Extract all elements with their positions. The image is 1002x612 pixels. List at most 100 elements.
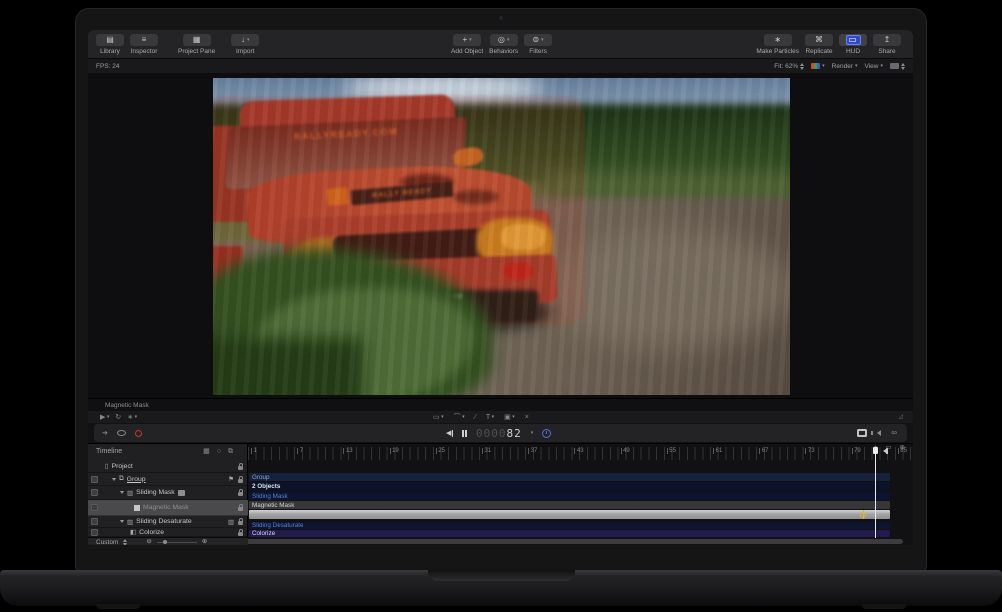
- layer-row-sliding-mask[interactable]: ▥Sliding Mask: [88, 486, 248, 500]
- activation-checkbox[interactable]: [91, 518, 98, 525]
- go-to-start-button[interactable]: ◀: [446, 430, 453, 437]
- chevron-down-icon: ▾: [541, 38, 544, 43]
- viewer-canvas[interactable]: RALLYREADY.COM RALLY READY: [88, 73, 913, 398]
- playhead[interactable]: [875, 447, 876, 538]
- chevron-down-icon: ▾: [822, 63, 825, 69]
- zoom-slider[interactable]: [157, 542, 197, 543]
- background-control[interactable]: [890, 63, 905, 70]
- sliding-mask-bar[interactable]: Sliding Mask: [249, 492, 890, 500]
- track-bar-label: Colorize: [252, 530, 275, 537]
- tools-row: ▶▾ ↻ ∗▾ ▭▾ ⌒▾ ∕ T▾ ▣▾ × ◿: [88, 411, 913, 423]
- share-button[interactable]: ↥Share: [873, 34, 901, 55]
- playhead-handle[interactable]: [873, 447, 878, 454]
- loop-range-icon[interactable]: [117, 430, 126, 436]
- record-group: ➔: [102, 430, 142, 437]
- bezier-tool-button[interactable]: ⌒▾: [454, 414, 465, 421]
- colorize-bar[interactable]: Colorize: [249, 530, 890, 537]
- play-pause-button[interactable]: [462, 430, 467, 437]
- filters-button[interactable]: ⊜▾Filters: [524, 34, 552, 55]
- record-button[interactable]: [135, 430, 142, 437]
- rect-tool-icon: ▭: [433, 414, 440, 421]
- chevron-down-icon: ▾: [855, 63, 858, 69]
- lock-icon[interactable]: [238, 492, 243, 496]
- activation-checkbox[interactable]: [91, 504, 98, 511]
- behavior-pointer-icon[interactable]: ➔: [102, 430, 108, 437]
- layers-icon[interactable]: ⧉: [228, 448, 233, 455]
- duration-clock-icon[interactable]: [542, 429, 551, 438]
- disclosure-triangle-icon[interactable]: [120, 491, 124, 494]
- cut-tool-button[interactable]: ×: [525, 414, 529, 421]
- timecode-dropdown-icon[interactable]: ▾: [531, 430, 534, 436]
- inspector-button[interactable]: ≡Inspector: [130, 34, 158, 55]
- group-bar[interactable]: Group: [249, 473, 890, 481]
- toolbar-right-group: ∗Make Particles ⌘Replicate HUD ↥Share: [756, 30, 907, 55]
- magnifier-icon[interactable]: ⊕: [900, 445, 905, 452]
- behaviors-icon: ◎: [498, 36, 505, 44]
- objects-bar[interactable]: 2 Objects: [249, 482, 890, 491]
- layer-row-project[interactable]: ▯Project: [88, 460, 248, 473]
- add-object-button[interactable]: +▾Add Object: [451, 34, 483, 55]
- chevron-down-icon: ▾: [469, 38, 472, 43]
- magnetic-mask-selected-bar[interactable]: [249, 510, 890, 519]
- text-tool-button[interactable]: T▾: [486, 414, 494, 421]
- ruler-label: 37: [528, 448, 537, 454]
- activation-checkbox[interactable]: [91, 489, 98, 496]
- keyframe-marker[interactable]: [860, 512, 866, 518]
- timeline-track-area[interactable]: + ▭ ⊕ 1713192531374349556167737985 Group…: [248, 444, 913, 545]
- timeline-scrollbar[interactable]: [248, 539, 903, 544]
- lock-icon[interactable]: [238, 479, 243, 483]
- zoom-in-icon[interactable]: ⊕: [202, 539, 207, 545]
- timeline-toggle-button[interactable]: [857, 429, 867, 437]
- lock-icon[interactable]: [238, 521, 243, 525]
- zoom-out-icon[interactable]: ⊖: [146, 539, 151, 545]
- resize-handle[interactable]: ◿: [898, 414, 903, 420]
- loop-button[interactable]: ↻: [115, 414, 121, 421]
- mask-tool-button[interactable]: ▣▾: [504, 414, 515, 421]
- import-button[interactable]: ↓▾Import: [231, 34, 259, 55]
- playback-options-button[interactable]: ∗▾: [127, 414, 137, 421]
- square-icon: [134, 505, 140, 511]
- make-particles-button[interactable]: ∗Make Particles: [756, 34, 799, 55]
- magnetic-mask-bar[interactable]: Magnetic Mask: [249, 501, 890, 509]
- lock-icon[interactable]: [238, 466, 243, 470]
- layer-row-group[interactable]: ⧉Group⚑: [88, 473, 248, 486]
- transform-tool-button[interactable]: ▭▾: [433, 414, 444, 421]
- timeline-panel: Timeline ▦ ○ ⧉ ▯Project⧉Group⚑▥Sliding M…: [88, 443, 913, 545]
- channels-dropdown[interactable]: ▾: [811, 63, 825, 69]
- activation-checkbox[interactable]: [91, 476, 98, 483]
- render-dropdown[interactable]: Render ▾: [832, 63, 858, 70]
- sliding-desaturate-bar[interactable]: Sliding Desaturate: [249, 522, 890, 529]
- clone-icon: ▥: [228, 518, 234, 526]
- hud-button[interactable]: HUD: [839, 34, 867, 55]
- fit-zoom-control[interactable]: Fit: 62%: [774, 63, 804, 70]
- replicate-button[interactable]: ⌘Replicate: [805, 34, 833, 55]
- resize-handle-icon: ◿: [898, 414, 903, 420]
- keyframe-editor-toggle[interactable]: ∞: [891, 429, 897, 437]
- layer-row-magnetic-mask[interactable]: Magnetic Mask: [88, 500, 248, 516]
- ruler-label: 79: [852, 448, 861, 454]
- line-tool-button[interactable]: ∕: [475, 414, 476, 421]
- timeline-ruler[interactable]: 1713192531374349556167737985: [248, 447, 913, 460]
- clip-appearance-icon[interactable]: ▭: [885, 445, 891, 452]
- layer-row-sliding-desaturate[interactable]: ▥Sliding Desaturate▥: [88, 516, 248, 528]
- activation-checkbox[interactable]: [91, 529, 98, 536]
- opacity-icon[interactable]: ○: [217, 448, 221, 455]
- zoom-preset-label[interactable]: Custom: [96, 539, 118, 546]
- timecode-display[interactable]: 000082: [476, 427, 522, 440]
- video-frame[interactable]: RALLYREADY.COM RALLY READY: [213, 78, 790, 395]
- play-button[interactable]: ▶▾: [100, 414, 109, 421]
- project-pane-button[interactable]: ▦Project Pane: [178, 34, 215, 55]
- disclosure-triangle-icon[interactable]: [120, 520, 124, 523]
- checkerboard-icon[interactable]: ▦: [203, 448, 210, 455]
- audio-toggle-button[interactable]: [877, 430, 881, 436]
- lock-icon[interactable]: [238, 532, 243, 536]
- add-object-icon: +: [462, 36, 467, 44]
- library-button[interactable]: ▤Library: [96, 34, 124, 55]
- stepper-icon[interactable]: [123, 539, 127, 546]
- view-dropdown[interactable]: View ▾: [865, 63, 884, 70]
- motion-app-window: ▤Library≡Inspector▦Project Pane↓▾Import …: [88, 30, 913, 545]
- behaviors-button[interactable]: ◎▾Behaviors: [489, 34, 518, 55]
- lock-icon[interactable]: [238, 507, 243, 511]
- layer-row-colorize[interactable]: ◧Colorize: [88, 528, 248, 537]
- disclosure-triangle-icon[interactable]: [112, 478, 116, 481]
